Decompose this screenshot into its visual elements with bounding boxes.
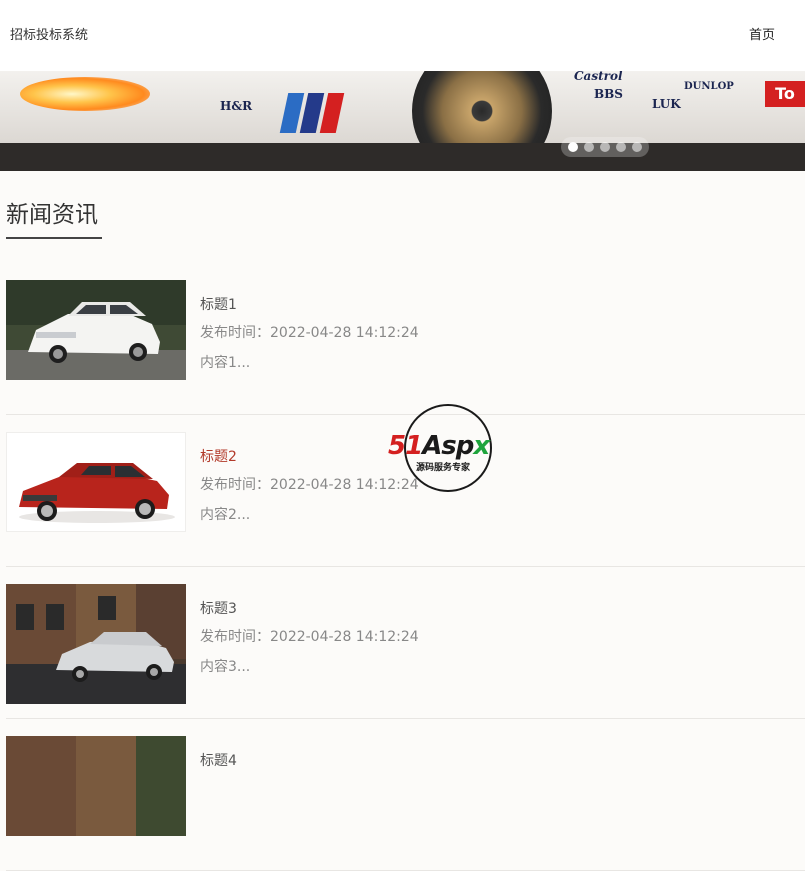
news-title[interactable]: 标题1	[200, 294, 237, 314]
watermark-logo: 51Aspx 源码服务专家	[388, 403, 516, 493]
sponsor-logo-castrol: Castrol	[574, 71, 623, 83]
sponsor-logo-toyo: To	[765, 81, 805, 107]
news-thumbnail[interactable]	[6, 736, 186, 836]
news-item[interactable]: 标题4	[6, 719, 805, 871]
news-publish-time: 发布时间：2022-04-28 14:12:24	[200, 477, 419, 493]
news-title[interactable]: 标题2	[200, 446, 237, 466]
banner-road-graphic	[0, 143, 805, 171]
top-header: 招标投标系统 首页	[0, 0, 805, 71]
news-thumbnail[interactable]	[6, 432, 186, 532]
sponsor-logo-dunlop: DUNLOP	[684, 81, 734, 92]
news-excerpt: 内容2...	[200, 507, 251, 523]
site-title[interactable]: 招标投标系统	[10, 24, 88, 43]
news-publish-time: 发布时间：2022-04-28 14:12:24	[200, 325, 419, 341]
news-title[interactable]: 标题3	[200, 598, 237, 618]
news-excerpt: 内容1...	[200, 355, 251, 371]
watermark-tagline: 源码服务专家	[416, 463, 471, 473]
news-title[interactable]: 标题4	[200, 750, 237, 770]
sponsor-logo-luk: LUK	[652, 97, 681, 111]
watermark-brand: 51Aspx	[388, 431, 490, 461]
carousel-dot-2[interactable]	[584, 142, 594, 152]
sponsor-logo-bbs: BBS	[594, 87, 623, 101]
carousel-dot-4[interactable]	[616, 142, 626, 152]
carousel-dot-1[interactable]	[568, 142, 578, 152]
news-item[interactable]: 标题3 发布时间：2022-04-28 14:12:24 内容3...	[6, 567, 805, 719]
nav-home-link[interactable]: 首页	[749, 24, 775, 43]
news-thumbnail[interactable]	[6, 584, 186, 704]
news-list: 标题1 发布时间：2022-04-28 14:12:24 内容1... 标题2 …	[6, 263, 805, 871]
exhaust-flame-graphic	[20, 77, 150, 111]
carousel-indicators	[561, 137, 649, 157]
news-excerpt: 内容3...	[200, 659, 251, 675]
carousel-dot-3[interactable]	[600, 142, 610, 152]
news-item[interactable]: 标题1 发布时间：2022-04-28 14:12:24 内容1...	[6, 263, 805, 415]
section-title-underline	[6, 237, 102, 239]
news-thumbnail[interactable]	[6, 280, 186, 380]
news-publish-time: 发布时间：2022-04-28 14:12:24	[200, 629, 419, 645]
hero-banner[interactable]: H&R Castrol BBS DUNLOP LUK To	[0, 71, 805, 171]
sponsor-logo-hr: H&R	[220, 99, 253, 113]
section-title: 新闻资讯	[6, 202, 98, 228]
carousel-dot-5[interactable]	[632, 142, 642, 152]
